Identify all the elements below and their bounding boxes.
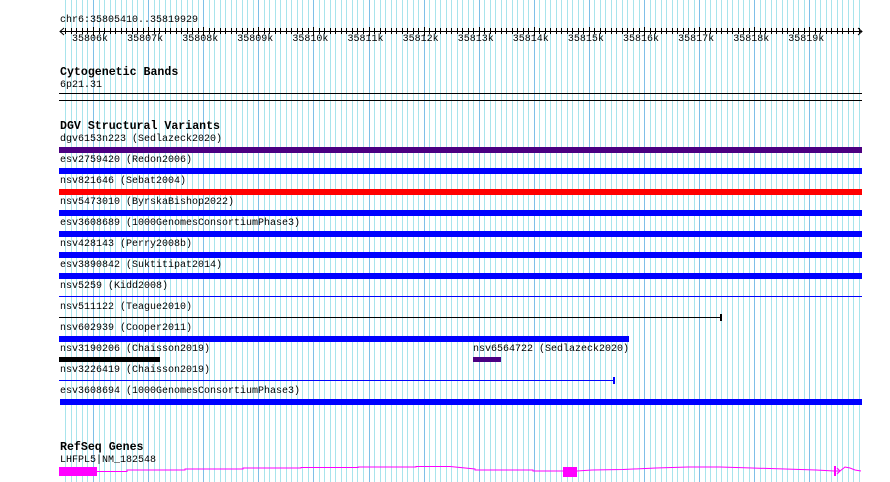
- ruler-tick-label: 35807k: [127, 34, 164, 45]
- ruler-tick-label: 35808k: [182, 34, 219, 45]
- feature-bar[interactable]: [59, 189, 862, 195]
- location-label: chr6:35805410..35819929: [60, 15, 199, 26]
- feature-end-tick: [613, 377, 615, 384]
- ruler-tick-label: 35809k: [237, 34, 274, 45]
- ruler-tick-label: 35810k: [292, 34, 329, 45]
- feature-line[interactable]: [59, 380, 613, 381]
- feature-bar[interactable]: [59, 210, 862, 216]
- track-title-dgv: DGV Structural Variants: [60, 120, 221, 133]
- feature-bar[interactable]: [60, 399, 862, 405]
- feature-label[interactable]: nsv5259 (Kidd2008): [60, 281, 168, 292]
- ruler-tick-label: 35813k: [457, 34, 494, 45]
- feature-bar[interactable]: [59, 252, 862, 258]
- gene-exon: [59, 467, 97, 476]
- feature-line[interactable]: [59, 296, 862, 297]
- feature-label[interactable]: esv2759420 (Redon2006): [60, 155, 192, 166]
- feature-label[interactable]: nsv821646 (Sebat2004): [60, 176, 186, 187]
- ruler-tick-label: 35811k: [347, 34, 384, 45]
- feature-label[interactable]: nsv3226419 (Chaisson2019): [60, 365, 210, 376]
- feature-line[interactable]: [59, 317, 720, 318]
- ruler-tick-label: 35806k: [72, 34, 109, 45]
- gene-intron-line: [97, 466, 862, 472]
- feature-bar[interactable]: [473, 357, 501, 362]
- feature-label[interactable]: nsv602939 (Cooper2011): [60, 323, 192, 334]
- feature-bar[interactable]: [59, 147, 862, 153]
- ruler-tick-label: 35818k: [733, 34, 770, 45]
- feature-label[interactable]: nsv6564722 (Sedlazeck2020): [473, 344, 629, 355]
- feature-bar[interactable]: [59, 231, 862, 237]
- feature-label[interactable]: nsv511122 (Teague2010): [60, 302, 192, 313]
- feature-bar[interactable]: [59, 357, 160, 362]
- ruler-tick-label: 35815k: [567, 34, 604, 45]
- feature-label[interactable]: nsv428143 (Perry2008b): [60, 239, 192, 250]
- track-divider: [59, 100, 862, 101]
- gene-exon: [563, 467, 577, 477]
- feature-label[interactable]: esv3608689 (1000GenomesConsortiumPhase3): [60, 218, 300, 229]
- ruler-tick-label: 35817k: [678, 34, 715, 45]
- feature-bar[interactable]: [59, 273, 862, 279]
- track-title-refseq: RefSeq Genes: [60, 441, 144, 454]
- cytoband-label[interactable]: 6p21.31: [60, 80, 102, 91]
- feature-label[interactable]: nsv3190206 (Chaisson2019): [60, 344, 210, 355]
- ruler-tick-label: 35816k: [623, 34, 660, 45]
- cytoband-line[interactable]: [59, 93, 862, 94]
- track-title-cytogenetic-bands: Cytogenetic Bands: [60, 66, 179, 79]
- gene-exon: [834, 466, 836, 476]
- feature-label[interactable]: esv3608694 (1000GenomesConsortiumPhase3): [60, 386, 300, 397]
- feature-end-tick: [720, 314, 722, 321]
- ruler-tick-label: 35814k: [512, 34, 549, 45]
- feature-label[interactable]: dgv6153n223 (Sedlazeck2020): [60, 134, 222, 145]
- gene-model[interactable]: [0, 460, 890, 482]
- ruler-tick-label: 35812k: [402, 34, 439, 45]
- ruler-tick-label: 35819k: [788, 34, 825, 45]
- feature-label[interactable]: esv3890842 (Suktitipat2014): [60, 260, 222, 271]
- feature-bar[interactable]: [59, 168, 862, 174]
- feature-bar[interactable]: [59, 336, 629, 342]
- feature-label[interactable]: nsv5473010 (ByrskaBishop2022): [60, 197, 234, 208]
